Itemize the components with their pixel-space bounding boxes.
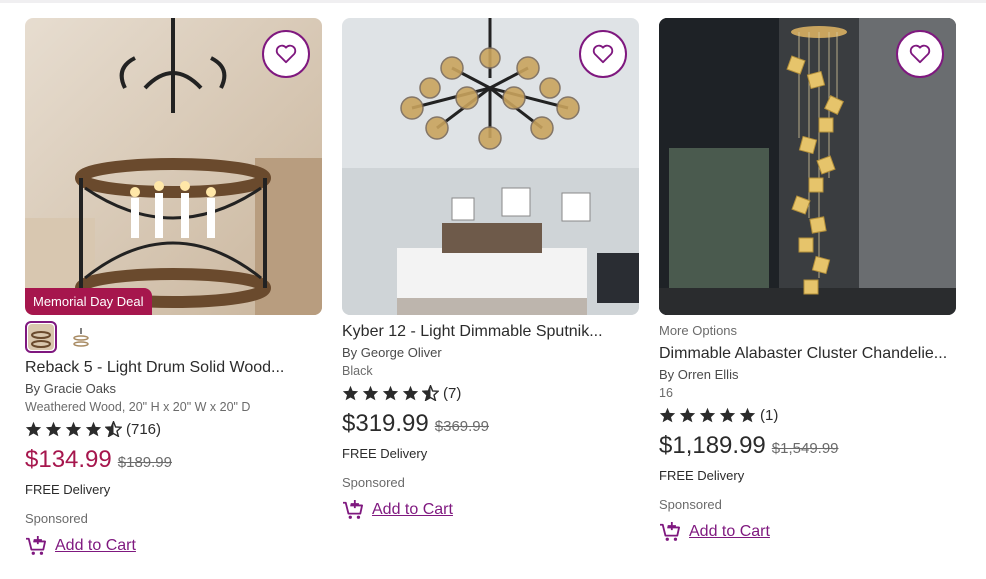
star-full-icon [65, 421, 82, 437]
was-price: $369.99 [434, 418, 489, 435]
sponsored-label: Sponsored [342, 475, 405, 490]
delivery-text: FREE Delivery [342, 446, 428, 461]
swatch-thumbnail-icon [73, 328, 89, 347]
product-rating[interactable]: (1) [659, 406, 956, 424]
swatch-weathered-wood[interactable] [25, 321, 57, 353]
product-options: Weathered Wood, 20" H x 20" W x 20" D [25, 400, 251, 414]
add-to-cart-button[interactable]: Add to Cart [342, 500, 639, 520]
add-to-cart-button[interactable]: Add to Cart [659, 522, 956, 542]
delivery-text: FREE Delivery [25, 482, 111, 497]
heart-icon [275, 44, 297, 64]
star-full-icon [739, 407, 756, 423]
star-full-icon [719, 407, 736, 423]
star-full-icon [699, 407, 716, 423]
price-row: $319.99 $369.99 [342, 410, 639, 438]
product-title[interactable]: Reback 5 - Light Drum Solid Wood... [25, 359, 322, 377]
product-card[interactable]: Memorial Day Deal Reback 5 - Light Drum … [25, 18, 322, 556]
heart-icon [592, 44, 614, 64]
product-image[interactable] [342, 18, 639, 315]
star-full-icon [85, 421, 102, 437]
sponsored-label: Sponsored [659, 497, 722, 512]
product-image[interactable]: Memorial Day Deal [25, 18, 322, 315]
product-title[interactable]: Dimmable Alabaster Cluster Chandelie... [659, 345, 956, 363]
price-row: $134.99 $189.99 [25, 446, 322, 474]
product-brand[interactable]: By Orren Ellis [659, 367, 956, 382]
star-rating [342, 385, 439, 401]
top-divider [0, 0, 986, 3]
add-to-cart-label: Add to Cart [372, 501, 453, 518]
product-grid: Memorial Day Deal Reback 5 - Light Drum … [25, 18, 956, 556]
sale-price: $134.99 [25, 446, 112, 473]
product-options: Black [342, 364, 373, 378]
star-rating [659, 407, 756, 423]
star-full-icon [659, 407, 676, 423]
add-to-cart-button[interactable]: Add to Cart [25, 536, 322, 556]
review-count: (1) [760, 406, 779, 424]
review-count: (716) [126, 420, 162, 438]
product-brand[interactable]: By George Oliver [342, 345, 639, 360]
star-rating [25, 421, 122, 437]
star-full-icon [402, 385, 419, 401]
product-rating[interactable]: (7) [342, 384, 639, 402]
cart-add-icon [26, 536, 46, 555]
product-brand[interactable]: By Gracie Oaks [25, 381, 322, 396]
cart-add-icon [660, 522, 680, 541]
cart-add-icon [343, 500, 363, 519]
more-options-label[interactable]: More Options [659, 323, 956, 341]
favorite-button[interactable] [579, 30, 627, 78]
heart-icon [909, 44, 931, 64]
star-full-icon [362, 385, 379, 401]
star-full-icon [342, 385, 359, 401]
favorite-button[interactable] [896, 30, 944, 78]
sponsored-label: Sponsored [25, 511, 88, 526]
favorite-button[interactable] [262, 30, 310, 78]
was-price: $189.99 [117, 454, 172, 471]
product-title[interactable]: Kyber 12 - Light Dimmable Sputnik... [342, 323, 639, 341]
product-image[interactable] [659, 18, 956, 315]
delivery-text: FREE Delivery [659, 468, 745, 483]
star-half-icon [105, 421, 122, 437]
star-full-icon [45, 421, 62, 437]
review-count: (7) [443, 384, 462, 402]
product-rating[interactable]: (716) [25, 420, 322, 438]
price: $319.99 [342, 410, 429, 437]
product-options: 16 [659, 386, 673, 400]
price-row: $1,189.99 $1,549.99 [659, 432, 956, 460]
star-full-icon [679, 407, 696, 423]
was-price: $1,549.99 [771, 440, 839, 457]
add-to-cart-label: Add to Cart [55, 537, 136, 554]
price: $1,189.99 [659, 432, 766, 459]
star-half-icon [422, 385, 439, 401]
product-card[interactable]: Kyber 12 - Light Dimmable Sputnik... By … [342, 18, 639, 556]
add-to-cart-label: Add to Cart [689, 523, 770, 540]
product-card[interactable]: More Options Dimmable Alabaster Cluster … [659, 18, 956, 556]
star-full-icon [25, 421, 42, 437]
variant-swatches [25, 321, 322, 353]
swatch-thumbnail-icon [28, 324, 54, 350]
swatch-alt[interactable] [65, 321, 97, 353]
deal-badge: Memorial Day Deal [25, 288, 152, 315]
star-full-icon [382, 385, 399, 401]
